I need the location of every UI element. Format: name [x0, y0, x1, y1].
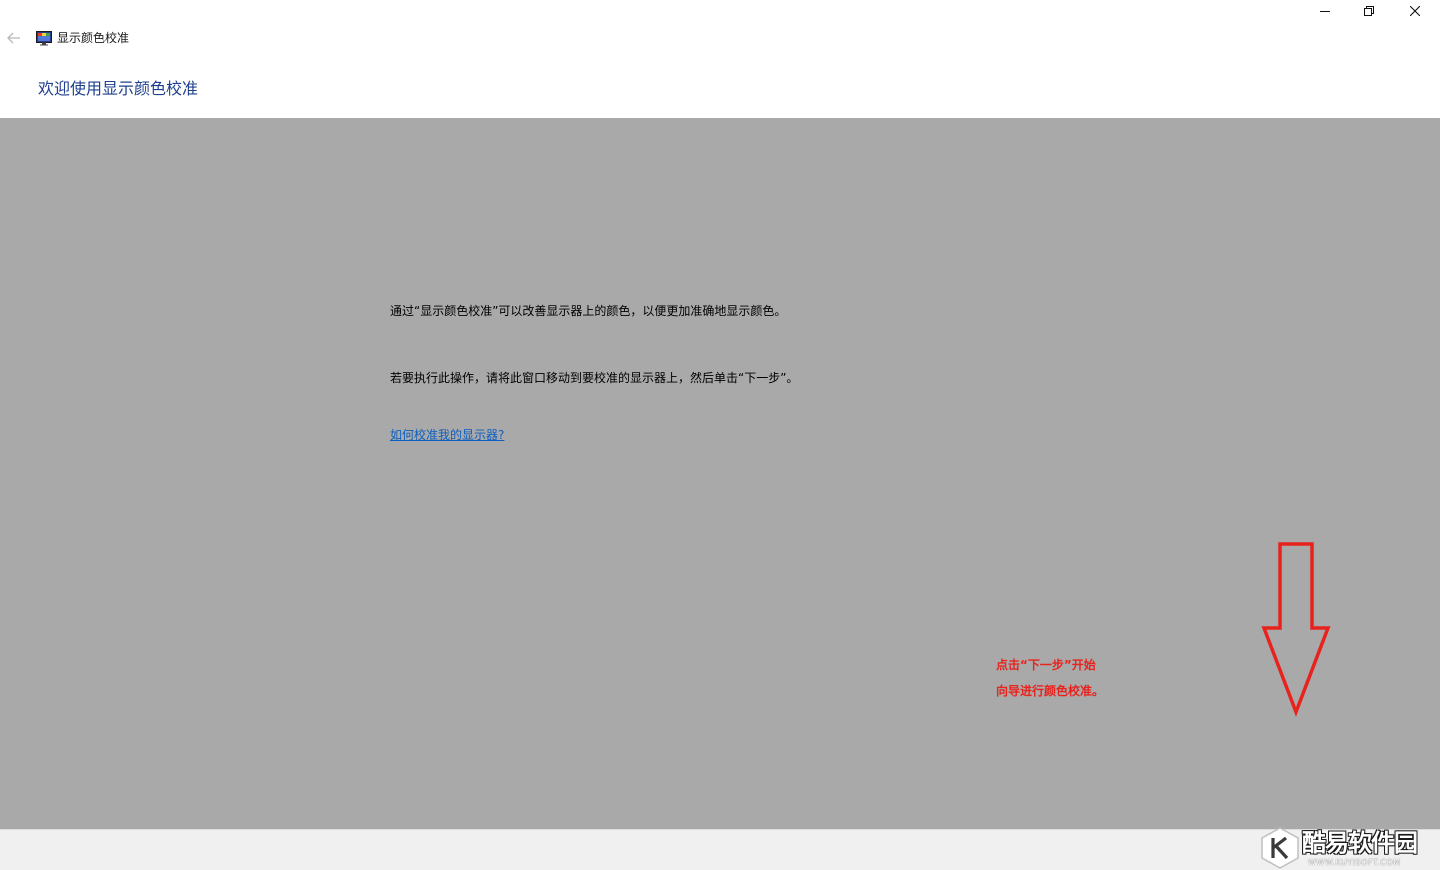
annotation-text-line1: 点击“下一步”开始 — [996, 658, 1096, 672]
arrow-left-icon — [7, 29, 21, 48]
calibration-window: 显示颜色校准 欢迎使用显示颜色校准 通过“显示颜色校准”可以改善显示器上的颜色，… — [0, 0, 1440, 870]
instruction-text: 若要执行此操作，请将此窗口移动到要校准的显示器上，然后单击“下一步”。 — [390, 371, 799, 385]
intro-text: 通过“显示颜色校准”可以改善显示器上的颜色，以便更加准确地显示颜色。 — [390, 304, 787, 318]
title-bar: 显示颜色校准 — [0, 0, 1440, 76]
watermark-url: WWW.KUYISOFT.COM — [1308, 858, 1401, 867]
display-calibration-icon — [36, 30, 52, 46]
minimize-button[interactable] — [1302, 0, 1348, 22]
content-panel: 通过“显示颜色校准”可以改善显示器上的颜色，以便更加准确地显示颜色。 若要执行此… — [0, 118, 1440, 829]
arrow-down-icon — [1260, 540, 1334, 718]
close-button[interactable] — [1392, 0, 1438, 22]
restore-button[interactable] — [1346, 0, 1392, 22]
watermark-name: 酷易软件园 — [1302, 829, 1418, 857]
close-icon — [1410, 6, 1420, 16]
back-button[interactable] — [3, 28, 25, 48]
minimize-icon — [1320, 6, 1330, 16]
restore-icon — [1364, 6, 1374, 16]
footer-bar — [0, 829, 1440, 870]
annotation-text-line2: 向导进行颜色校准。 — [996, 684, 1105, 698]
window-title: 显示颜色校准 — [57, 31, 130, 45]
watermark: 酷易软件园 WWW.KUYISOFT.COM — [1256, 826, 1440, 870]
kuyi-logo-icon — [1260, 827, 1300, 869]
help-link[interactable]: 如何校准我的显示器? — [390, 427, 504, 443]
page-heading: 欢迎使用显示颜色校准 — [38, 79, 199, 98]
